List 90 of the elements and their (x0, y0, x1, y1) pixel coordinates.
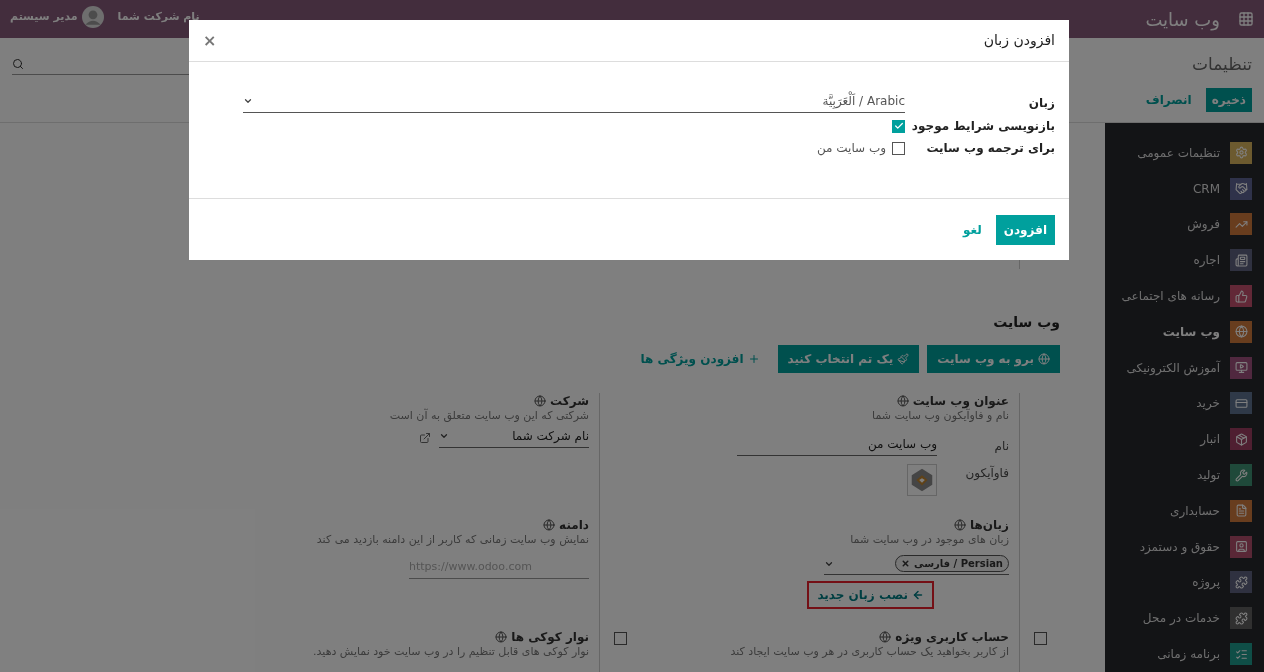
caret-icon (243, 96, 253, 106)
sidebar-item[interactable]: اجاره (1105, 242, 1264, 279)
save-button[interactable]: ذخیره (1205, 87, 1252, 112)
sidebar-item[interactable]: پروژه (1105, 564, 1264, 601)
user-name[interactable]: مدیر سیستم (10, 8, 78, 26)
sidebar-item[interactable]: خدمات در محل (1105, 600, 1264, 637)
setting-description: شرکتی که این وب سایت متعلق به آن است (388, 409, 589, 423)
field-label: فاوآیکون (964, 464, 1009, 482)
setting-description: نام و فاوآیکون وب سایت شما (871, 409, 1009, 423)
company-select[interactable]: نام شرکت شما (439, 427, 589, 448)
action-link[interactable]: افزودن ویژگی ها (630, 345, 770, 373)
handshake-icon (1234, 182, 1248, 196)
caret-icon (439, 431, 449, 441)
add-button[interactable]: افزودن (995, 214, 1055, 245)
sidebar-item[interactable]: حقوق و دستمزد (1105, 528, 1264, 565)
setting-description: نمایش وب سایت زمانی که کاربر از این دامنه بازدید می کند (315, 533, 589, 547)
form-icon (1234, 253, 1248, 267)
plus-icon (747, 353, 760, 365)
puzzle-icon (1234, 575, 1248, 589)
action-button[interactable]: یک تم انتخاب کنید (777, 345, 920, 373)
languages-field[interactable]: Persian / فارسی (824, 555, 1009, 575)
section-title: وب سایت (992, 313, 1060, 331)
sidebar-item[interactable]: حسابداری (1105, 492, 1264, 529)
sidebar-item[interactable]: CRM (1105, 170, 1264, 207)
setting-title: شرکت (550, 393, 589, 409)
globe-icon (534, 395, 547, 407)
setting-description: نوار کوکی های قابل تنظیم را در وب سایت خود نمایش دهید. (312, 645, 589, 659)
sidebar-item[interactable]: آموزش الکترونیکی (1105, 349, 1264, 386)
globe-icon (896, 395, 909, 407)
checkbox[interactable] (892, 141, 905, 155)
field-label: نام (993, 437, 1009, 455)
arrow-icon (912, 589, 924, 601)
globe-icon (495, 631, 508, 643)
globe-icon (543, 519, 556, 531)
brush-icon (897, 353, 910, 365)
sidebar-item[interactable]: تولید (1105, 457, 1264, 493)
chart-icon (1234, 218, 1248, 231)
language-select[interactable]: Arabic / اَلْعَرَبِيَّة (243, 92, 905, 113)
sidebar-item[interactable]: انبار (1105, 421, 1264, 458)
checkbox-label: وب سایت من (816, 140, 886, 157)
document-icon (1234, 504, 1248, 518)
name-field[interactable]: وب سایت من (737, 435, 937, 456)
install-language-link[interactable]: نصب زبان جدید (807, 581, 934, 609)
sidebar-item[interactable]: وب سایت (1105, 314, 1264, 350)
field-label: برای ترجمه وب سایت (925, 140, 1055, 157)
setting-title: زبان‌ها (970, 517, 1009, 533)
setting-title: عنوان وب سایت (912, 393, 1009, 409)
company-switcher[interactable]: نام شرکت شما (117, 8, 200, 26)
remove-icon[interactable] (901, 559, 911, 568)
sidebar-item[interactable]: رسانه های اجتماعی (1105, 278, 1264, 314)
apps-menu-icon[interactable] (1238, 11, 1254, 27)
favicon-image[interactable] (907, 464, 937, 496)
action-button[interactable]: برو به وب سایت (927, 345, 1060, 373)
page-title: تنظیمات (1192, 53, 1252, 76)
setting-description: زبان های موجود در وب سایت شما (849, 533, 1009, 547)
user-card-icon (1234, 540, 1248, 554)
discard-button[interactable]: انصراف (1145, 90, 1192, 109)
field-label: زبان (1027, 94, 1055, 112)
globe-icon (954, 519, 966, 531)
thumbs-up-icon (1234, 289, 1248, 303)
search-icon (12, 58, 24, 71)
field-label: بازنویسی شرایط موجود (910, 118, 1055, 135)
puzzle-icon (1234, 611, 1248, 625)
gear-icon (1234, 146, 1248, 160)
setting-title: حساب کاربری ویژه (895, 629, 1009, 645)
sidebar-item[interactable]: فروش (1105, 206, 1264, 243)
checkbox[interactable] (892, 119, 905, 133)
language-tag[interactable]: Persian / فارسی (895, 555, 1009, 572)
globe-icon (1234, 325, 1248, 339)
globe-icon (879, 631, 892, 643)
card-icon (1234, 396, 1248, 410)
box-icon (1234, 432, 1248, 446)
external-link-icon[interactable] (419, 431, 431, 444)
globe-icon (1038, 353, 1050, 365)
dialog-title: افزودن زبان (983, 31, 1055, 51)
wrench-icon (1234, 468, 1248, 482)
avatar[interactable] (81, 6, 104, 28)
app-title[interactable]: وب سایت (1145, 5, 1220, 33)
checkbox[interactable] (1033, 632, 1047, 645)
checkbox[interactable] (613, 632, 627, 645)
close-button[interactable]: × (203, 28, 217, 53)
cancel-button[interactable]: لغو (962, 220, 982, 239)
sidebar-item[interactable]: خرید (1105, 385, 1264, 422)
sidebar-item[interactable]: تنظیمات عمومی (1105, 135, 1264, 171)
setting-title: نوار کوکی ها (511, 629, 589, 645)
sidebar-item[interactable]: برنامه زمانی (1105, 636, 1264, 672)
setting-description: از کاربر بخواهید یک حساب کاربری در هر وب سایت ایجاد کند (729, 645, 1009, 659)
monitor-icon (1234, 361, 1248, 375)
setting-title: دامنه (559, 517, 589, 533)
list-icon (1234, 647, 1248, 661)
